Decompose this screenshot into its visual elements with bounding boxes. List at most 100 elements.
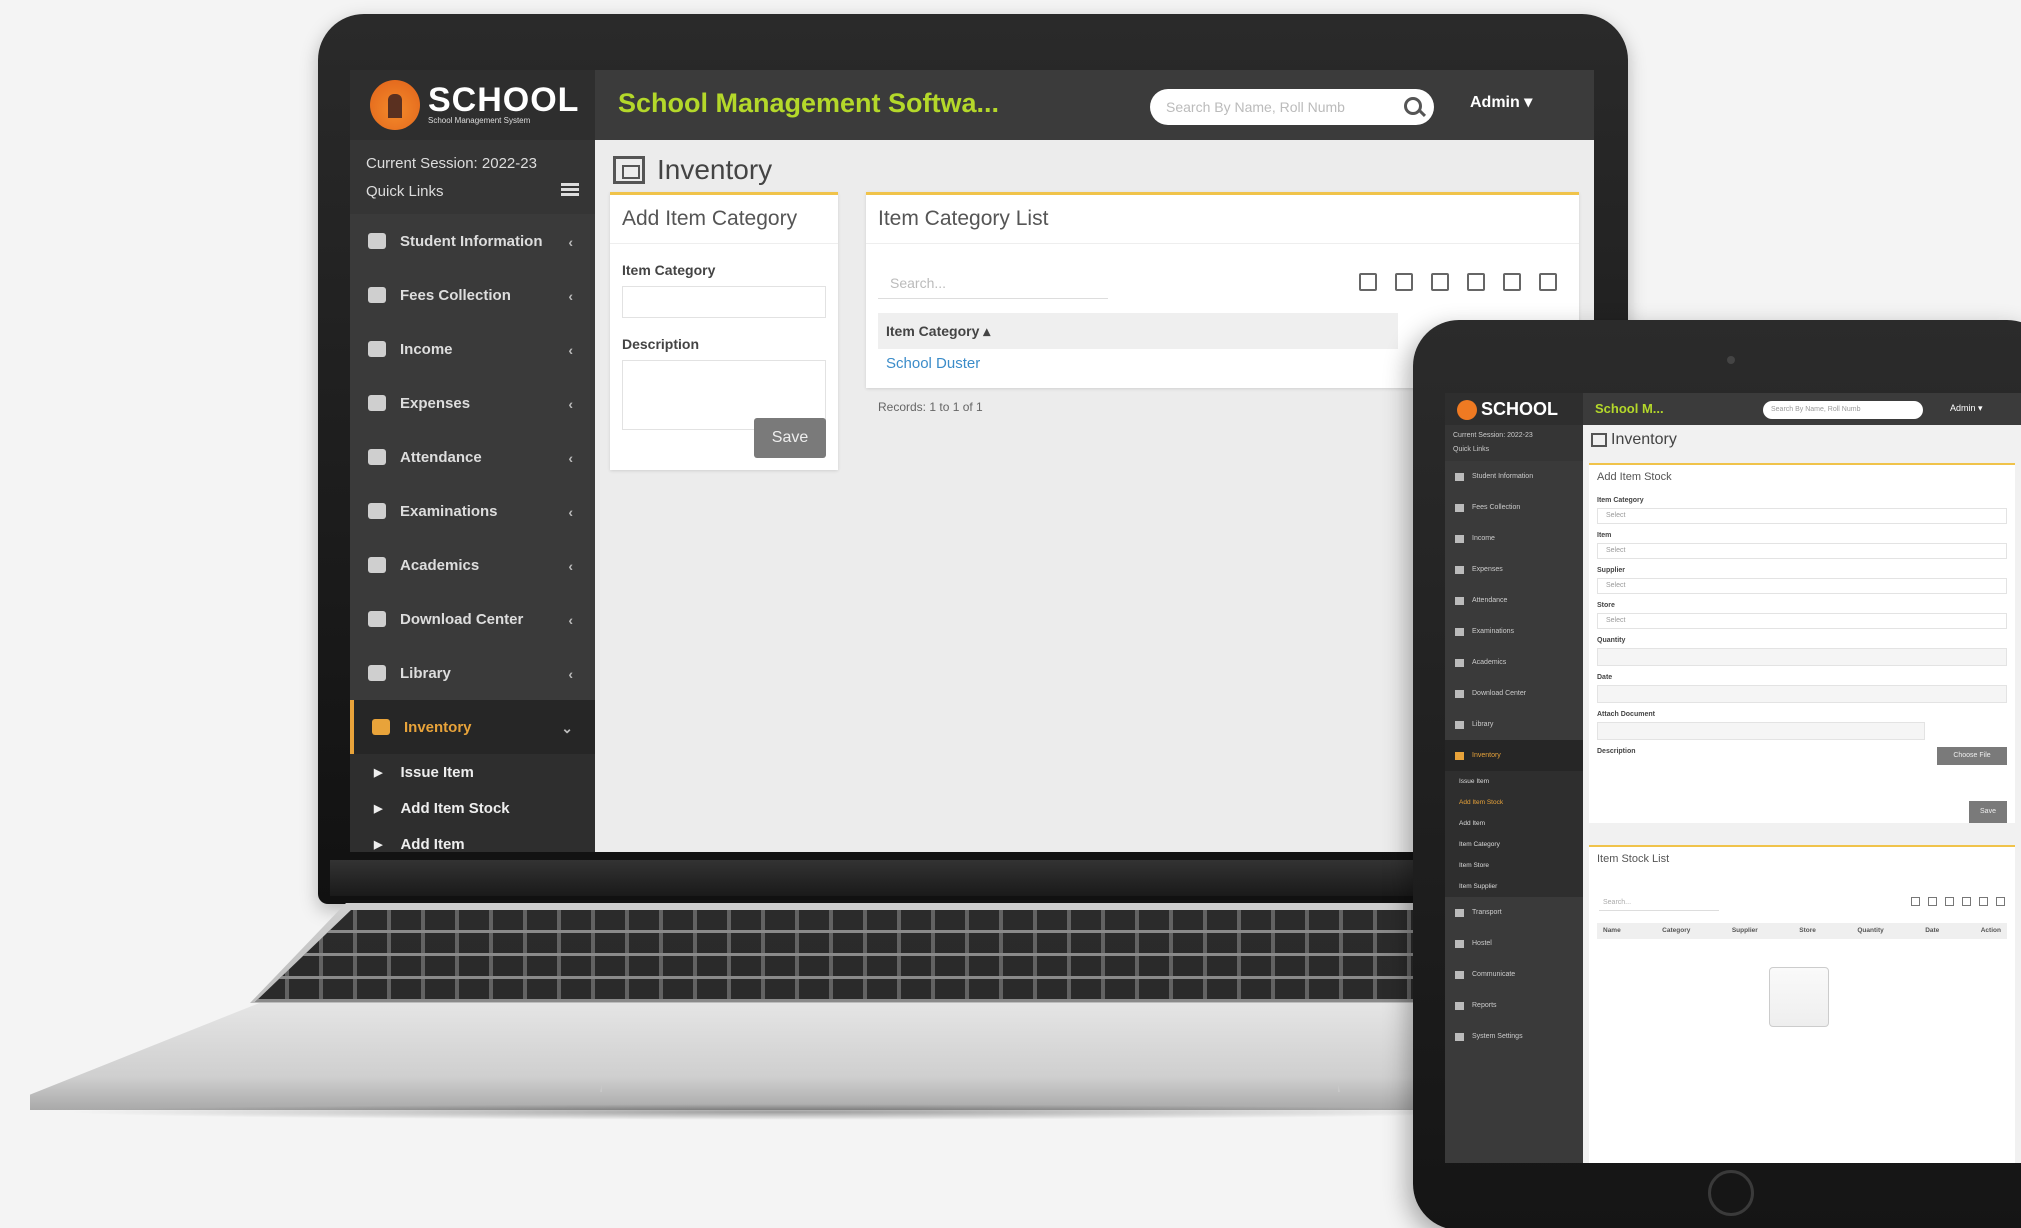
sidebar-subitem-add-item-stock[interactable]: ▶ Add Item Stock bbox=[350, 790, 595, 826]
sidebar-item-label: Fees Collection bbox=[400, 286, 511, 304]
sidebar-item-inventory[interactable]: Inventory ⌄ bbox=[350, 700, 595, 754]
chevron-right-icon: ▶ bbox=[374, 838, 383, 851]
copy-icon[interactable] bbox=[1911, 897, 1920, 906]
user-menu[interactable]: Admin ▾ bbox=[1950, 403, 1983, 414]
quantity-input[interactable] bbox=[1597, 648, 2007, 666]
file-input[interactable] bbox=[1597, 722, 1925, 740]
sidebar-subitem-issue-item[interactable]: Issue Item bbox=[1445, 771, 1583, 792]
column-action[interactable]: Action bbox=[1981, 923, 2001, 939]
sidebar-item-fees-collection[interactable]: Fees Collection bbox=[1445, 492, 1583, 523]
sidebar-subitem-add-item[interactable]: Add Item bbox=[1445, 813, 1583, 834]
credit-card-icon bbox=[368, 395, 386, 411]
building-icon bbox=[1455, 939, 1464, 948]
sidebar-item-inventory[interactable]: Inventory bbox=[1445, 740, 1583, 771]
sidebar-item-hostel[interactable]: Hostel bbox=[1445, 928, 1583, 959]
sidebar-item-label: Library bbox=[400, 664, 451, 682]
sidebar-item-communicate[interactable]: Communicate bbox=[1445, 959, 1583, 990]
sidebar-item-expenses[interactable]: Expenses bbox=[1445, 554, 1583, 585]
sidebar-item-download-center[interactable]: Download Center ‹ bbox=[350, 592, 595, 646]
sidebar-item-expenses[interactable]: Expenses ‹ bbox=[350, 376, 595, 430]
sidebar-item-label: Hostel bbox=[1472, 940, 1492, 947]
columns-icon[interactable] bbox=[1539, 273, 1557, 291]
column-name[interactable]: Name bbox=[1603, 923, 1621, 939]
sidebar-subitem-add-item-stock[interactable]: Add Item Stock bbox=[1445, 792, 1583, 813]
sidebar-item-system-settings[interactable]: System Settings bbox=[1445, 1021, 1583, 1052]
sidebar-subitem-item-category[interactable]: Item Category bbox=[1445, 834, 1583, 855]
sidebar-item-fees-collection[interactable]: Fees Collection ‹ bbox=[350, 268, 595, 322]
sidebar-item-examinations[interactable]: Examinations ‹ bbox=[350, 484, 595, 538]
column-category[interactable]: Category bbox=[1662, 923, 1690, 939]
store-select[interactable]: Select bbox=[1597, 613, 2007, 629]
sidebar-subitem-label: Add Item bbox=[400, 835, 465, 853]
sidebar-subitem-item-store[interactable]: Item Store bbox=[1445, 855, 1583, 876]
csv-icon[interactable] bbox=[1431, 273, 1449, 291]
chart-icon bbox=[1455, 1001, 1464, 1010]
money-icon bbox=[1455, 503, 1464, 512]
sidebar-item-library[interactable]: Library bbox=[1445, 709, 1583, 740]
sidebar-item-income[interactable]: Income ‹ bbox=[350, 322, 595, 376]
sidebar-item-student-information[interactable]: Student Information bbox=[1445, 461, 1583, 492]
item-category-select[interactable]: Select bbox=[1597, 508, 2007, 524]
sidebar-item-reports[interactable]: Reports bbox=[1445, 990, 1583, 1021]
sidebar-item-attendance[interactable]: Attendance ‹ bbox=[350, 430, 595, 484]
save-button[interactable]: Save bbox=[754, 418, 826, 458]
column-supplier[interactable]: Supplier bbox=[1732, 923, 1758, 939]
logo[interactable]: SCHOOL bbox=[1445, 393, 1583, 425]
column-quantity[interactable]: Quantity bbox=[1857, 923, 1883, 939]
quick-links[interactable]: Quick Links bbox=[366, 178, 579, 206]
sidebar-item-academics[interactable]: Academics bbox=[1445, 647, 1583, 678]
sidebar-item-label: Inventory bbox=[1472, 752, 1501, 759]
sidebar-item-income[interactable]: Income bbox=[1445, 523, 1583, 554]
sidebar-subitem-item-supplier[interactable]: Item Supplier bbox=[1445, 876, 1583, 897]
search-input[interactable]: Search By Name, Roll Numb bbox=[1763, 401, 1923, 419]
copy-icon[interactable] bbox=[1359, 273, 1377, 291]
columns-icon[interactable] bbox=[1996, 897, 2005, 906]
sidebar-subitem-label: Issue Item bbox=[1459, 778, 1489, 785]
chevron-left-icon: ‹ bbox=[568, 558, 573, 574]
excel-icon[interactable] bbox=[1928, 897, 1937, 906]
user-icon bbox=[368, 233, 386, 249]
date-input[interactable] bbox=[1597, 685, 2007, 703]
graduation-cap-icon bbox=[1455, 658, 1464, 667]
user-name: Admin bbox=[1950, 403, 1976, 413]
logo[interactable]: SCHOOL School Management System bbox=[350, 70, 595, 140]
menu-icon[interactable] bbox=[561, 183, 579, 197]
pdf-icon[interactable] bbox=[1467, 273, 1485, 291]
list-search-input[interactable]: Search... bbox=[878, 267, 1108, 299]
inventory-icon bbox=[372, 719, 390, 735]
print-icon[interactable] bbox=[1503, 273, 1521, 291]
table-header[interactable]: Item Category ▴ bbox=[878, 313, 1398, 349]
csv-icon[interactable] bbox=[1945, 897, 1954, 906]
search-input[interactable]: Search By Name, Roll Numb bbox=[1150, 89, 1434, 125]
sidebar-item-library[interactable]: Library ‹ bbox=[350, 646, 595, 700]
home-button bbox=[1708, 1170, 1754, 1216]
search-icon[interactable] bbox=[1404, 97, 1422, 115]
pdf-icon[interactable] bbox=[1962, 897, 1971, 906]
column-item-category[interactable]: Item Category bbox=[886, 323, 979, 339]
sidebar-item-academics[interactable]: Academics ‹ bbox=[350, 538, 595, 592]
quick-links[interactable]: Quick Links bbox=[1453, 443, 1575, 457]
download-icon bbox=[368, 611, 386, 627]
column-store[interactable]: Store bbox=[1799, 923, 1816, 939]
user-menu[interactable]: Admin ▾ bbox=[1470, 92, 1532, 112]
sidebar-item-student-information[interactable]: Student Information ‹ bbox=[350, 214, 595, 268]
supplier-select[interactable]: Select bbox=[1597, 578, 2007, 594]
sidebar-item-download-center[interactable]: Download Center bbox=[1445, 678, 1583, 709]
choose-file-button[interactable]: Choose File bbox=[1937, 747, 2007, 765]
list-search-input[interactable]: Search... bbox=[1599, 895, 1719, 911]
column-date[interactable]: Date bbox=[1925, 923, 1939, 939]
item-category-input[interactable] bbox=[622, 286, 826, 318]
print-icon[interactable] bbox=[1979, 897, 1988, 906]
sidebar-subitem-add-item[interactable]: ▶ Add Item bbox=[350, 826, 595, 852]
sidebar-subitem-issue-item[interactable]: ▶ Issue Item bbox=[350, 754, 595, 790]
keyboard-rows bbox=[255, 910, 1455, 1002]
sidebar-item-transport[interactable]: Transport bbox=[1445, 897, 1583, 928]
download-icon bbox=[1455, 689, 1464, 698]
save-button[interactable]: Save bbox=[1969, 801, 2007, 823]
item-select[interactable]: Select bbox=[1597, 543, 2007, 559]
sidebar-item-examinations[interactable]: Examinations bbox=[1445, 616, 1583, 647]
excel-icon[interactable] bbox=[1395, 273, 1413, 291]
table-row[interactable]: School Duster bbox=[886, 355, 980, 372]
trackpad bbox=[600, 1000, 1340, 1092]
sidebar-item-attendance[interactable]: Attendance bbox=[1445, 585, 1583, 616]
